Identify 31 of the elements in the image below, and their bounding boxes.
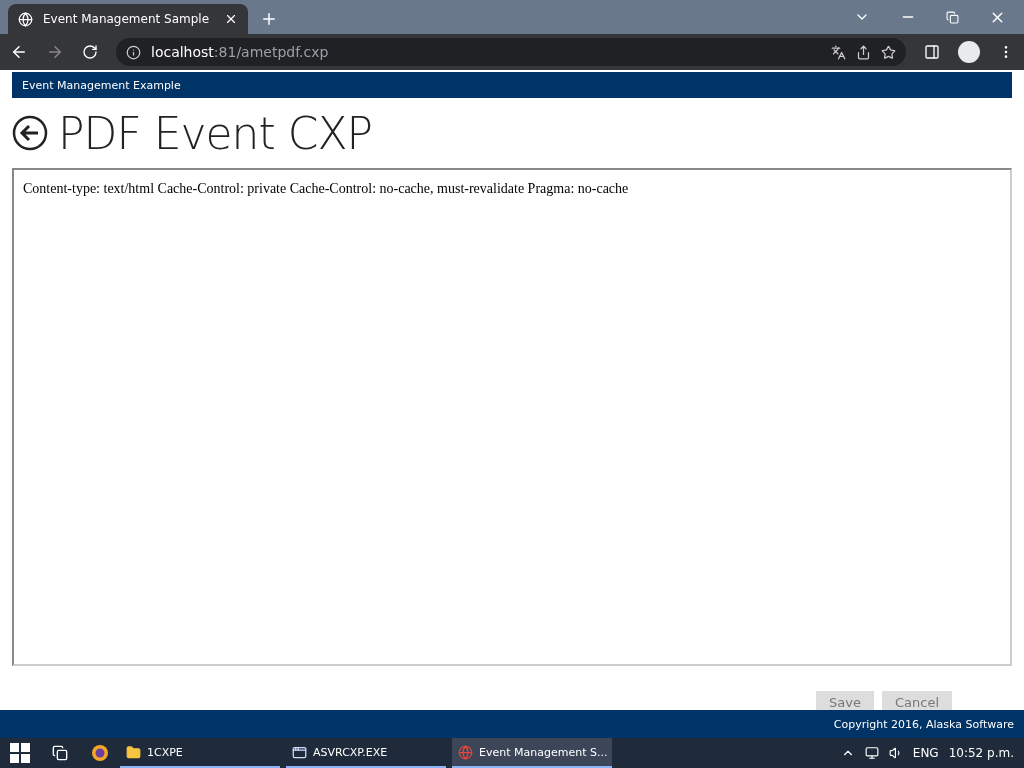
- translate-icon[interactable]: [831, 44, 846, 60]
- page-header: Event Management Example: [12, 72, 1012, 98]
- back-circle-icon[interactable]: [12, 115, 48, 151]
- star-icon[interactable]: [881, 44, 896, 60]
- task-view-icon[interactable]: [52, 745, 68, 761]
- language-indicator[interactable]: ENG: [912, 746, 939, 760]
- taskbar-app[interactable]: ASVRCXP.EXE: [286, 738, 446, 768]
- browser-icon: [458, 744, 473, 760]
- copyright-text: Copyright 2016, Alaska Software: [833, 717, 1014, 731]
- address-bar[interactable]: localhost:81/ametpdf.cxp: [116, 38, 906, 66]
- clock-text[interactable]: 10:52 p.m.: [948, 746, 1014, 760]
- content-text: Content-type: text/html Cache-Control: private Cache-Control: no-cache, must-revalidate Pragma: no-cache: [23, 181, 629, 196]
- info-icon: [126, 44, 141, 60]
- shield-browser-icon[interactable]: [91, 744, 109, 762]
- network-icon[interactable]: [864, 746, 879, 760]
- windows-start-icon[interactable]: [10, 743, 30, 763]
- close-icon[interactable]: [224, 12, 238, 26]
- folder-icon: [126, 744, 141, 760]
- browser-tab[interactable]: Event Management Sample: [8, 4, 248, 34]
- forward-arrow-icon[interactable]: [46, 43, 64, 61]
- globe-icon: [18, 11, 33, 27]
- restore-icon[interactable]: [946, 10, 959, 24]
- side-panel-icon[interactable]: [924, 44, 940, 60]
- taskbar-app[interactable]: 1CXPE: [120, 738, 280, 768]
- plus-icon[interactable]: [260, 10, 278, 28]
- window-icon: [292, 744, 307, 760]
- share-icon[interactable]: [856, 44, 871, 60]
- page-title: PDF Event CXP: [58, 107, 373, 159]
- profile-avatar[interactable]: [958, 41, 980, 63]
- reload-icon[interactable]: [82, 44, 98, 60]
- taskbar-app[interactable]: Event Management S...: [452, 738, 612, 768]
